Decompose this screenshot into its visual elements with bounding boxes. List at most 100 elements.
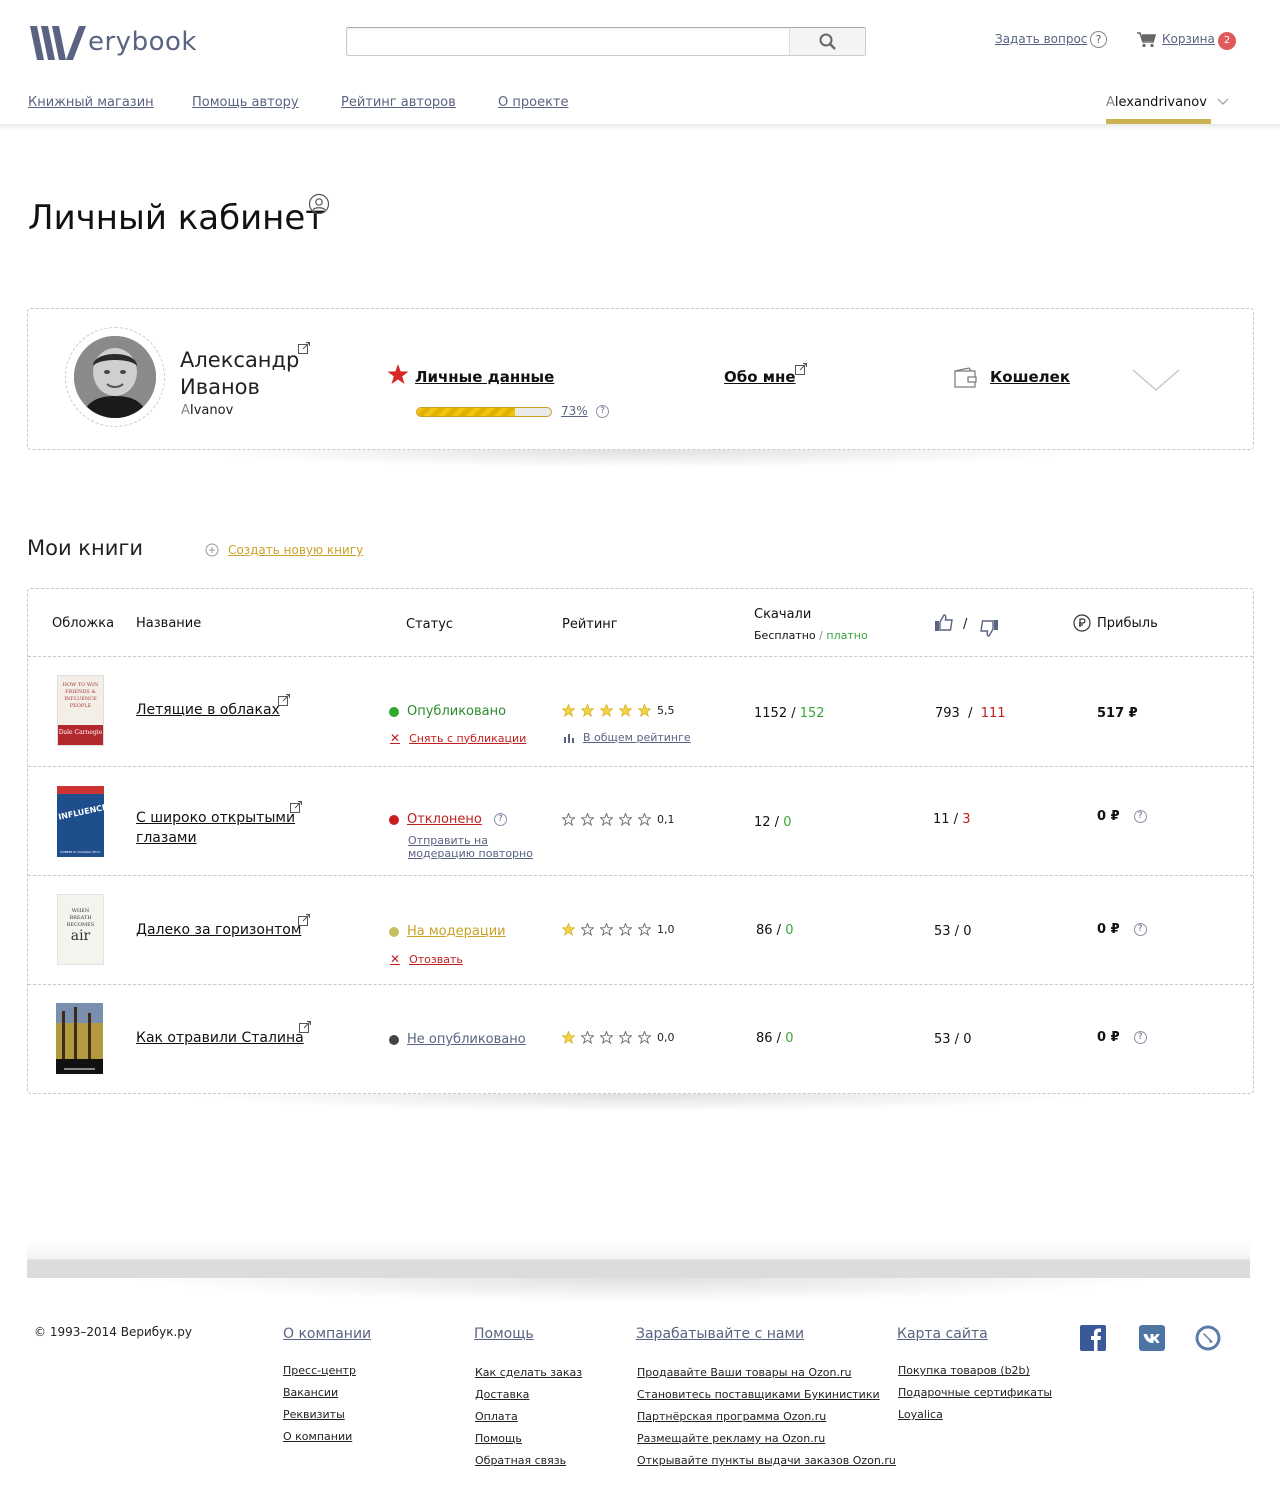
cart-icon[interactable] [1137,32,1157,48]
footer-link[interactable]: Пресс-центр [283,1364,356,1378]
footer-link[interactable]: Реквизиты [283,1408,356,1422]
livejournal-icon[interactable] [1195,1325,1221,1351]
user-menu[interactable]: Alexandrivanov [1106,95,1229,110]
row-divider [28,984,1253,985]
search-button[interactable] [789,28,865,55]
footer-link[interactable]: Становитесь поставщиками Букинистики [637,1388,896,1402]
help-icon[interactable]: ? [493,813,507,826]
help-icon[interactable]: ? [1133,923,1147,936]
star-filled-icon [581,704,594,717]
logo[interactable]: erybook [30,26,197,60]
footer-link[interactable]: Помощь [475,1432,582,1446]
edit-icon[interactable] [795,363,807,375]
footer-sitemap-title[interactable]: Карта сайта [897,1326,988,1342]
help-icon[interactable]: ? [1133,810,1147,823]
footer-company-title[interactable]: О компании [283,1326,371,1342]
downloads-paid: 0 [785,923,794,938]
nav-author-rating[interactable]: Рейтинг авторов [341,95,456,110]
withdraw-label: Отозвать [409,952,463,966]
footer-link[interactable]: Размещайте рекламу на Ozon.ru [637,1432,896,1446]
book-title-link[interactable]: Как отравили Сталина [136,1028,304,1048]
wallet-link[interactable]: Кошелек [990,368,1070,386]
col-name: Название [136,616,202,631]
edit-icon[interactable] [298,342,310,354]
star-filled-icon [562,923,575,936]
book-title-link[interactable]: Далеко за горизонтом [136,920,301,940]
avatar-photo [74,336,156,418]
create-book-link[interactable]: Создать новую книгу [205,543,363,557]
downloads-value: 86 / 0 [756,923,794,938]
col-profit: Прибыль [1097,616,1158,631]
votes-value: 11 / 3 [933,812,971,827]
unpublish-link[interactable]: ✕ Снять с публикации [390,731,526,745]
status-text[interactable]: Не опубликовано [407,1032,526,1047]
username-rest: lexandrivanov [1114,95,1207,110]
profile-username-rest: Ivanov [189,403,234,418]
help-icon[interactable]: ? [596,405,609,418]
rating-value: 1,0 [657,923,675,936]
nav-bookstore[interactable]: Книжный магазин [28,95,154,110]
footer-link[interactable]: Вакансии [283,1386,356,1400]
chevron-down-icon[interactable] [1131,368,1181,392]
cart-link[interactable]: Корзина [1162,32,1215,46]
footer-link[interactable]: Обратная связь [475,1454,582,1468]
search-input[interactable] [347,28,787,55]
footer-link[interactable]: Партнёрская программа Ozon.ru [637,1410,896,1424]
edit-icon[interactable] [278,694,290,706]
book-title-link[interactable]: С широко открытыми глазами [136,808,296,848]
help-icon[interactable]: ? [1090,31,1107,48]
footer-link[interactable]: Открывайте пункты выдачи заказов Ozon.ru [637,1454,896,1468]
status-text[interactable]: Отклонено [407,812,482,827]
votes-value: 53 / 0 [934,1032,972,1047]
edit-icon[interactable] [299,1021,311,1033]
status-text[interactable]: На модерации [407,924,506,939]
cover-author: air [70,928,91,944]
vk-icon[interactable] [1139,1325,1165,1351]
footer-link[interactable]: Покупка товаров (b2b) [898,1364,1052,1378]
footer-help-title[interactable]: Помощь [474,1326,534,1342]
footer-link[interactable]: О компании [283,1430,356,1444]
about-me-link[interactable]: Обо мне [724,368,796,386]
downloads-paid-label: платно [826,629,868,642]
edit-icon[interactable] [298,914,310,926]
book-cover[interactable]: HOW TO WIN FRIENDS & INFLUENCE PEOPLE Da… [57,675,104,746]
nav-author-help[interactable]: Помощь автору [192,95,299,110]
footer-link[interactable]: Оплата [475,1410,582,1424]
profile-username-initial: A [181,403,190,418]
footer-company-links: Пресс-центр Вакансии Реквизиты О компани… [283,1364,356,1444]
footer-bar [27,1259,1250,1278]
book-cover[interactable] [56,1003,103,1074]
col-downloads-sub: Бесплатно / платно [754,629,868,642]
book-title-link[interactable]: Летящие в облаках [136,700,280,720]
progress-percent[interactable]: 73% [561,404,588,418]
copyright: © 1993–2014 Верибук.ру [34,1325,193,1339]
currency-sign: ₽ [1128,706,1138,721]
overall-rating-link[interactable]: В общем рейтинге [564,731,691,744]
col-rating: Рейтинг [562,617,618,632]
footer-earn-title[interactable]: Зарабатывайте с нами [636,1326,804,1342]
edit-icon[interactable] [290,801,302,813]
avatar[interactable] [74,336,156,418]
nav-about[interactable]: О проекте [498,95,569,110]
book-cover[interactable]: WHEN BREATH BECOMES air [57,894,104,965]
footer-link[interactable]: Как сделать заказ [475,1366,582,1380]
facebook-icon[interactable] [1080,1325,1106,1351]
bar-chart-icon [564,733,574,743]
resubmit-link[interactable]: Отправить на модерацию повторно [408,834,538,860]
footer-link[interactable]: Loyalica [898,1408,1052,1422]
personal-data-link[interactable]: Личные данные [415,368,554,386]
profit-amount: 0 [1097,922,1107,937]
star-filled-icon [638,704,651,717]
currency-sign: ₽ [1110,922,1120,937]
search-icon [819,33,836,50]
section-title: Мои книги [27,536,144,560]
ask-question-link[interactable]: Задать вопрос [995,32,1087,46]
chevron-down-icon [1217,98,1229,105]
book-cover[interactable]: INFLUENCE ROBERT B. CIALDINI, PH.D. [57,786,104,857]
footer-link[interactable]: Продавайте Ваши товары на Ozon.ru [637,1366,896,1380]
help-icon[interactable]: ? [1133,1031,1147,1044]
footer-link[interactable]: Доставка [475,1388,582,1402]
profit-value: 0 ₽? [1097,1030,1147,1045]
withdraw-link[interactable]: ✕ Отозвать [390,952,463,966]
footer-link[interactable]: Подарочные сертификаты [898,1386,1052,1400]
